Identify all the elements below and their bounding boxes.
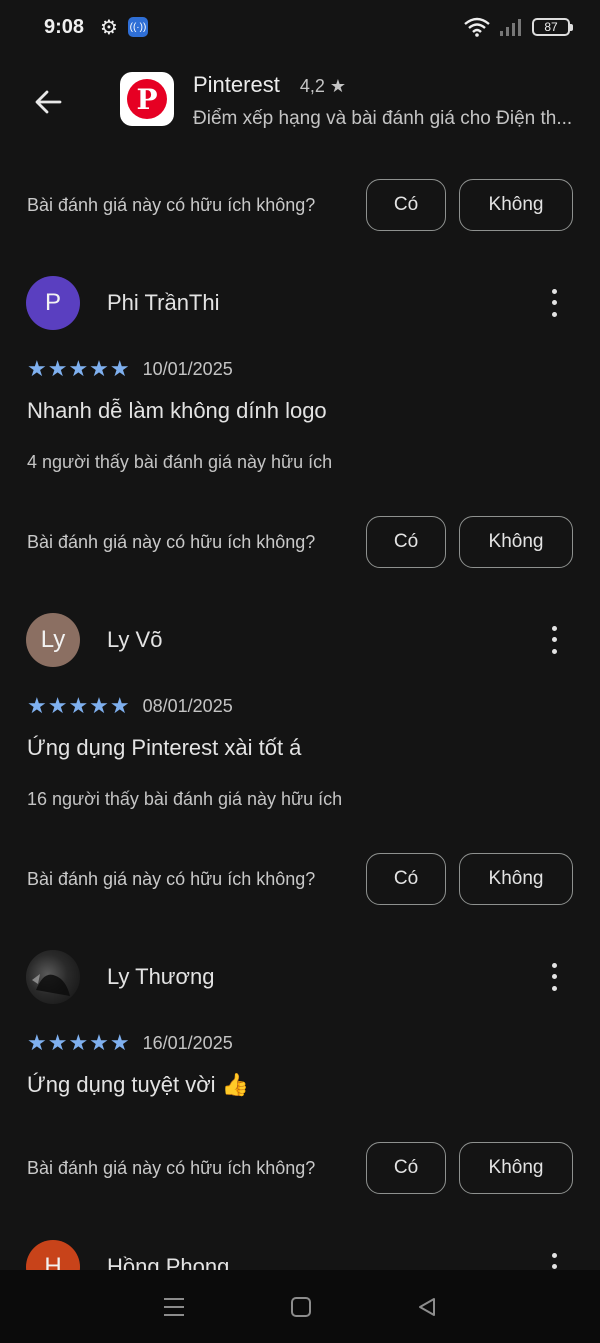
more-dot	[551, 637, 557, 643]
helpful-question: Bài đánh giá này có hữu ích không?	[27, 194, 316, 215]
rating-row: ★★★★★ 10/01/2025	[27, 356, 233, 382]
review-text: Ứng dụng tuyệt vời 👍	[27, 1072, 250, 1097]
reviewer-row: H Hồng Phong	[0, 1240, 600, 1270]
status-time: 9:08	[44, 15, 85, 38]
review-card: H Hồng Phong	[0, 1240, 600, 1270]
back-triangle-icon[interactable]	[416, 1296, 438, 1318]
more-options-button[interactable]	[544, 623, 564, 657]
more-dot	[551, 300, 557, 306]
pinterest-logo-icon: P	[127, 79, 167, 119]
helpful-yes-button[interactable]: Có	[366, 1142, 446, 1194]
hotspot-icon: ((·))	[127, 17, 148, 37]
menu-icon[interactable]	[162, 1296, 186, 1318]
app-name: Pinterest	[193, 72, 280, 97]
battery-icon: 87	[532, 18, 573, 36]
review-date: 08/01/2025	[142, 695, 233, 716]
review-card: Ly Ly Võ ★★★★★ 08/01/2025 Ứng dụng Pinte…	[0, 613, 600, 843]
wifi-icon	[464, 17, 490, 37]
more-dot	[551, 963, 557, 969]
helpful-row: Bài đánh giá này có hữu ích không? Có Kh…	[0, 1141, 600, 1195]
rating-row: ★★★★★ 16/01/2025	[27, 1030, 233, 1056]
helpful-yes-button[interactable]: Có	[366, 179, 446, 231]
helpful-no-button[interactable]: Không	[459, 516, 573, 568]
app-rating: 4,2 ★	[299, 76, 346, 96]
helpful-no-button[interactable]: Không	[459, 1142, 573, 1194]
helpful-count: 16 người thấy bài đánh giá này hữu ích	[27, 789, 343, 809]
helpful-question: Bài đánh giá này có hữu ích không?	[27, 1157, 316, 1178]
review-card: Ly Thương ★★★★★ 16/01/2025 Ứng dụng tuyệ…	[0, 950, 600, 1130]
rating-row: ★★★★★ 08/01/2025	[27, 693, 233, 719]
star-rating: ★★★★★	[27, 693, 131, 718]
avatar	[26, 950, 80, 1004]
more-options-button[interactable]	[544, 960, 564, 994]
review-text: Nhanh dễ làm không dính logo	[27, 398, 327, 423]
helpful-count: 4 người thấy bài đánh giá này hữu ích	[27, 452, 333, 472]
avatar: H	[26, 1240, 80, 1270]
more-options-button[interactable]	[544, 286, 564, 320]
gear-icon: ⚙	[100, 16, 118, 39]
helpful-yes-button[interactable]: Có	[366, 516, 446, 568]
app-icon[interactable]: P	[120, 72, 174, 126]
reviewer-name: Ly Thương	[107, 964, 215, 989]
more-dot	[551, 626, 557, 632]
signal-icon	[500, 19, 521, 36]
more-dot	[551, 985, 557, 991]
more-dot	[551, 1264, 557, 1270]
more-dot	[551, 974, 557, 980]
helpful-yes-button[interactable]: Có	[366, 853, 446, 905]
review-text: Ứng dụng Pinterest xài tốt á	[27, 735, 302, 760]
app-title-row: Pinterest 4,2 ★	[193, 72, 346, 98]
helpful-row: Bài đánh giá này có hữu ích không? Có Kh…	[0, 178, 600, 232]
avatar: P	[26, 276, 80, 330]
more-options-button[interactable]	[544, 1250, 564, 1270]
status-bar: 9:08 ⚙ ((·)) 87	[0, 0, 600, 54]
app-subtitle: Điểm xếp hạng và bài đánh giá cho Điện t…	[193, 108, 573, 129]
more-dot	[551, 648, 557, 654]
star-rating: ★★★★★	[27, 1030, 131, 1055]
back-button[interactable]	[28, 82, 68, 122]
status-icons: 87	[464, 17, 573, 37]
review-date: 16/01/2025	[142, 1032, 233, 1053]
helpful-question: Bài đánh giá này có hữu ích không?	[27, 868, 316, 889]
avatar: Ly	[26, 613, 80, 667]
reviewer-name: Phi TrầnThi	[107, 290, 220, 315]
helpful-no-button[interactable]: Không	[459, 853, 573, 905]
helpful-row: Bài đánh giá này có hữu ích không? Có Kh…	[0, 515, 600, 569]
more-dot	[551, 311, 557, 317]
reviewer-name: Hồng Phong	[107, 1254, 230, 1270]
app-header: P Pinterest 4,2 ★ Điểm xếp hạng và bài đ…	[0, 62, 600, 152]
reviewer-row: Ly Ly Võ	[0, 613, 600, 667]
home-icon[interactable]	[290, 1296, 311, 1317]
more-dot	[551, 289, 557, 295]
star-rating: ★★★★★	[27, 356, 131, 381]
system-nav-bar	[0, 1270, 600, 1343]
review-date: 10/01/2025	[142, 358, 233, 379]
more-dot	[551, 1253, 557, 1259]
reviewer-row: P Phi TrầnThi	[0, 276, 600, 330]
avatar-photo-icon	[32, 974, 70, 996]
helpful-no-button[interactable]: Không	[459, 179, 573, 231]
arrow-left-icon	[35, 90, 62, 114]
helpful-question: Bài đánh giá này có hữu ích không?	[27, 531, 316, 552]
reviewer-name: Ly Võ	[107, 627, 163, 652]
battery-level: 87	[544, 20, 558, 34]
helpful-row: Bài đánh giá này có hữu ích không? Có Kh…	[0, 852, 600, 906]
reviewer-row: Ly Thương	[0, 950, 600, 1004]
